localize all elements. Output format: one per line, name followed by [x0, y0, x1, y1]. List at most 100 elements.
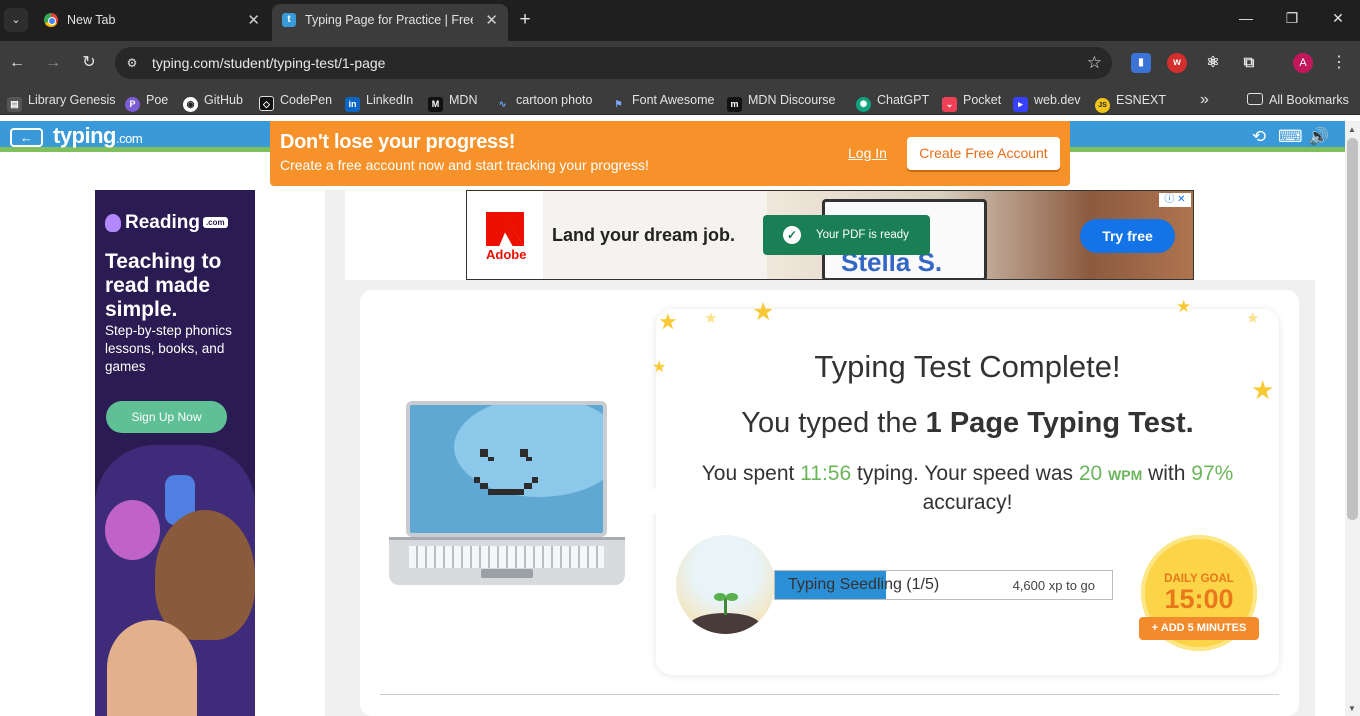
star-icon: ★: [658, 309, 678, 334]
daily-goal-time: 15:00: [1164, 584, 1234, 614]
typing-favicon-icon: t: [282, 13, 296, 27]
scroll-down-icon[interactable]: ▼: [1348, 704, 1356, 713]
create-account-button[interactable]: Create Free Account: [907, 137, 1060, 170]
chrome-icon: [44, 13, 58, 27]
scroll-thumb[interactable]: [1347, 138, 1358, 520]
docs-extension-icon[interactable]: ▮: [1131, 53, 1151, 73]
level-label: Typing Seedling (1/5): [788, 576, 940, 593]
pdf-ready-toast: ✓ Your PDF is ready: [763, 215, 930, 255]
seedling-badge: [676, 535, 775, 634]
trackpad: [481, 569, 533, 578]
bookmark-github[interactable]: ◉ GitHub: [183, 91, 243, 112]
reload-icon[interactable]: ↻: [79, 53, 99, 73]
window-close-icon[interactable]: ✕: [1327, 10, 1349, 27]
bookmark-font-awesome[interactable]: ⚑ Font Awesome: [611, 91, 714, 112]
star-icon: ★: [704, 310, 718, 327]
tab-search-button[interactable]: ⌄: [4, 8, 28, 32]
results-title: Typing Test Complete!: [814, 349, 1121, 384]
tab-close-icon[interactable]: ✕: [247, 11, 260, 29]
owl-logo-icon: [105, 214, 121, 232]
forward-icon[interactable]: →: [43, 53, 63, 73]
browser-tab-bar: ⌄ New Tab ✕ t Typing Page for Practice |…: [0, 0, 1360, 41]
profile-avatar[interactable]: A: [1293, 53, 1313, 73]
bookmark-star-icon[interactable]: ☆: [1087, 53, 1102, 73]
image-icon: ∿: [495, 97, 510, 112]
ad-body: Step-by-step phonics lessons, books, and…: [105, 323, 232, 374]
bookmarks-bar: ▤ Library Genesis P Poe ◉ GitHub ◇ CodePen i…: [0, 85, 1360, 115]
soil: [690, 613, 760, 634]
time-spent-value: 11:56: [800, 462, 852, 485]
history-icon[interactable]: ⟲: [1248, 127, 1270, 147]
bookmark-mdn-discourse[interactable]: m MDN Discourse: [727, 91, 836, 112]
progress-promo-banner: Don't lose your progress! Create a free …: [270, 121, 1070, 186]
test-results-panel: ★ ★ ★ ★ ★ ★ ★ Typing Test Complete! You …: [628, 297, 1279, 675]
wpm-unit: WPM: [1108, 467, 1143, 483]
typing-logo[interactable]: typing.com: [53, 123, 143, 149]
ad-headline: Teaching to read made simple.: [105, 250, 222, 321]
site-back-button[interactable]: ←: [10, 128, 43, 147]
back-icon[interactable]: ←: [7, 53, 27, 73]
tab-close-icon[interactable]: ✕: [485, 11, 498, 29]
github-icon: ◉: [183, 97, 198, 112]
login-link[interactable]: Log In: [848, 145, 887, 161]
mdn-discourse-icon: m: [727, 97, 742, 112]
linkedin-icon: in: [345, 97, 360, 112]
address-bar[interactable]: ⚙ typing.com/student/typing-test/1-page …: [115, 47, 1112, 79]
js-icon: JS: [1095, 98, 1110, 113]
add-5-minutes-button[interactable]: + ADD 5 MINUTES: [1139, 617, 1259, 640]
sound-icon[interactable]: 🔊: [1308, 127, 1330, 147]
keyboard-keys: [409, 546, 604, 568]
ad-brand: Reading .com: [125, 212, 228, 234]
cartoon-character: [105, 500, 160, 560]
bookmark-chatgpt[interactable]: ✺ ChatGPT: [856, 91, 929, 112]
bookmark-library-genesis[interactable]: ▤ Library Genesis: [7, 91, 116, 112]
tab-title: New Tab: [67, 13, 116, 27]
laptop-mascot-keyboard: [389, 537, 625, 585]
star-icon: ★: [752, 298, 775, 326]
bookmark-webdev[interactable]: ▸ web.dev: [1013, 91, 1081, 112]
bookmark-mdn[interactable]: M MDN: [428, 91, 477, 112]
flag-icon: ⚑: [611, 97, 626, 112]
section-divider: [380, 694, 1279, 695]
accuracy-value: 97%: [1191, 462, 1234, 485]
minimize-icon[interactable]: —: [1235, 10, 1257, 26]
typed-test-line: You typed the 1 Page Typing Test.: [741, 407, 1194, 439]
bookmark-linkedin[interactable]: in LinkedIn: [345, 91, 413, 112]
adobe-banner-ad[interactable]: Adobe Land your dream job. Stella S. ✓ Y…: [466, 190, 1194, 280]
restore-icon[interactable]: ❐: [1281, 10, 1303, 27]
wappalyzer-extension-icon[interactable]: w: [1167, 53, 1187, 73]
child-photo: [107, 620, 197, 716]
site-info-icon[interactable]: ⚙: [123, 54, 141, 72]
extensions-puzzle-icon[interactable]: ⧉: [1239, 53, 1259, 73]
page-scrollbar[interactable]: ▲ ▼: [1345, 121, 1360, 716]
scroll-up-icon[interactable]: ▲: [1348, 125, 1356, 134]
all-bookmarks-folder[interactable]: All Bookmarks: [1247, 91, 1349, 109]
react-devtools-icon[interactable]: ⚛: [1203, 53, 1223, 73]
tab-typing-test[interactable]: t Typing Page for Practice | Free T ✕: [272, 4, 508, 41]
folder-icon: [1247, 93, 1263, 105]
adobe-wordmark: Adobe: [486, 247, 527, 262]
bookmarks-overflow-icon[interactable]: »: [1200, 91, 1209, 109]
xp-remaining: 4,600 xp to go: [1012, 578, 1095, 593]
ad-tagline: Land your dream job.: [552, 225, 736, 245]
bookmark-esnext[interactable]: JS ESNEXT: [1095, 91, 1166, 113]
bookmark-poe[interactable]: P Poe: [125, 91, 168, 112]
mdn-icon: M: [428, 97, 443, 112]
ad-choices-icon[interactable]: ⓘ ✕: [1159, 193, 1191, 207]
reading-side-ad[interactable]: Reading .com Teaching to read made simple…: [95, 190, 255, 716]
sign-up-now-button[interactable]: Sign Up Now: [106, 401, 227, 433]
bookmark-pocket[interactable]: ⌄ Pocket: [942, 91, 1001, 112]
page-viewport: ← typing.com ⟲ ⌨ 🔊 Don't lose your progr…: [0, 121, 1345, 716]
leaf: [714, 593, 726, 601]
url-text[interactable]: typing.com/student/typing-test/1-page: [152, 55, 385, 71]
star-icon: ★: [1176, 297, 1192, 316]
new-tab-button[interactable]: +: [514, 9, 536, 31]
bookmark-codepen[interactable]: ◇ CodePen: [259, 91, 332, 111]
check-icon: ✓: [783, 226, 801, 244]
codepen-icon: ◇: [259, 96, 274, 111]
keyboard-off-icon[interactable]: ⌨: [1278, 127, 1303, 147]
try-free-button[interactable]: Try free: [1080, 219, 1175, 253]
tab-new-tab[interactable]: New Tab ✕: [34, 4, 270, 37]
bookmark-cartoon-photo[interactable]: ∿ cartoon photo: [495, 91, 592, 112]
menu-kebab-icon[interactable]: ⋮: [1329, 53, 1349, 73]
